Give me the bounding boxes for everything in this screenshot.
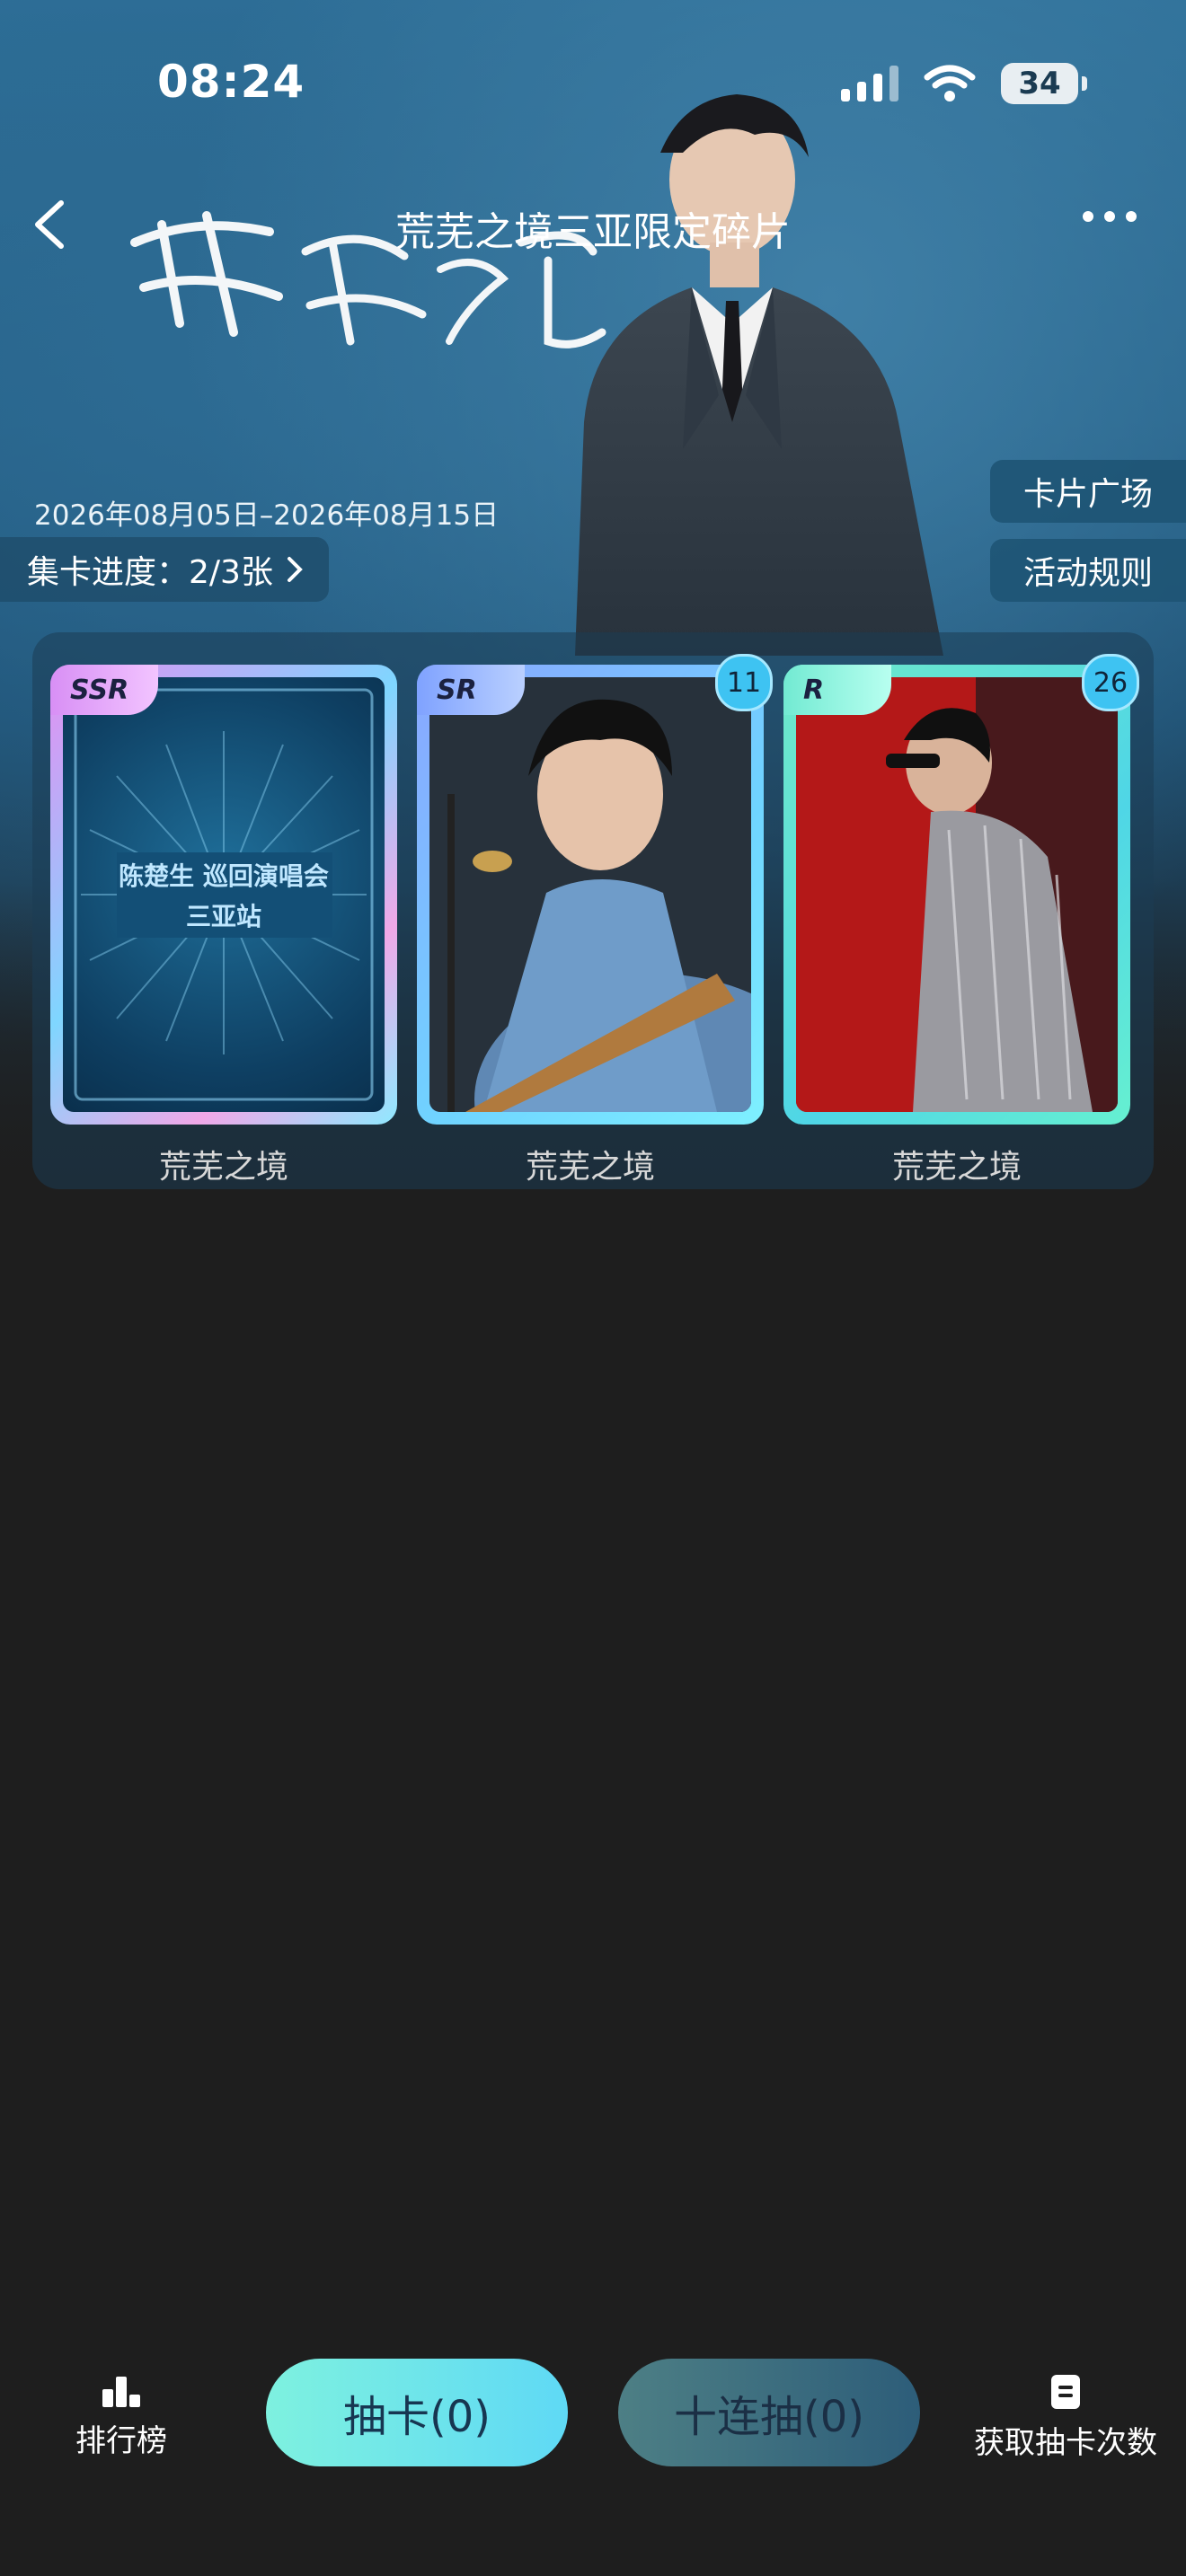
singer-with-guitar-photo [429, 677, 751, 1112]
ranking-button[interactable]: 排行榜 [75, 2373, 167, 2460]
ranking-icon [102, 2377, 140, 2407]
ssr-card-face: 陈楚生 巡回演唱会 三亚站 [63, 677, 385, 1112]
event-date-range: 2026年08月05日–2026年08月15日 [34, 499, 500, 532]
sunburst-art [74, 688, 374, 1101]
ssr-card-text-line1: 陈楚生 巡回演唱会 [119, 861, 329, 891]
chevron-right-icon [287, 557, 303, 582]
document-icon [1051, 2375, 1080, 2409]
get-draws-label: 获取抽卡次数 [974, 2425, 1157, 2461]
more-options-icon[interactable] [1083, 211, 1137, 222]
card-sr[interactable]: SR 11 [417, 654, 773, 1125]
card-r[interactable]: R 26 [783, 654, 1139, 1125]
card-name: 荒芜之境 [158, 1149, 288, 1186]
sr-card-photo [429, 677, 751, 1112]
card-name: 荒芜之境 [891, 1149, 1022, 1186]
draw-card-button[interactable]: 抽卡(0) [266, 2359, 568, 2466]
collection-progress-button[interactable]: 集卡进度：2/3张 [0, 537, 329, 602]
card-name: 荒芜之境 [525, 1149, 655, 1186]
ten-draw-button[interactable]: 十连抽(0) [618, 2359, 920, 2466]
card-ssr[interactable]: 陈楚生 巡回演唱会 三亚站 SSR [50, 665, 397, 1125]
page-title: 荒芜之境三亚限定碎片 [395, 209, 791, 255]
singer-stage-photo [796, 677, 1118, 1112]
card-count-badge: 26 [1082, 654, 1139, 711]
r-card-photo [796, 677, 1118, 1112]
rarity-badge: SSR [50, 665, 158, 715]
ssr-card-text-line2: 三亚站 [185, 902, 261, 931]
ranking-label: 排行榜 [75, 2423, 167, 2459]
signal-icon [841, 66, 898, 101]
rarity-badge: R [783, 665, 891, 715]
card-square-button[interactable]: 卡片广场 [990, 460, 1186, 523]
collection-progress-label: 集卡进度：2/3张 [27, 554, 273, 591]
rarity-badge: SR [417, 665, 525, 715]
wifi-icon [924, 65, 976, 101]
card-count-badge: 11 [715, 654, 773, 711]
status-icons: 34 [841, 63, 1087, 104]
activity-rules-button[interactable]: 活动规则 [990, 539, 1186, 602]
battery-indicator: 34 [1001, 63, 1087, 104]
get-draws-button[interactable]: 获取抽卡次数 [974, 2373, 1157, 2462]
status-time: 08:24 [157, 56, 305, 108]
